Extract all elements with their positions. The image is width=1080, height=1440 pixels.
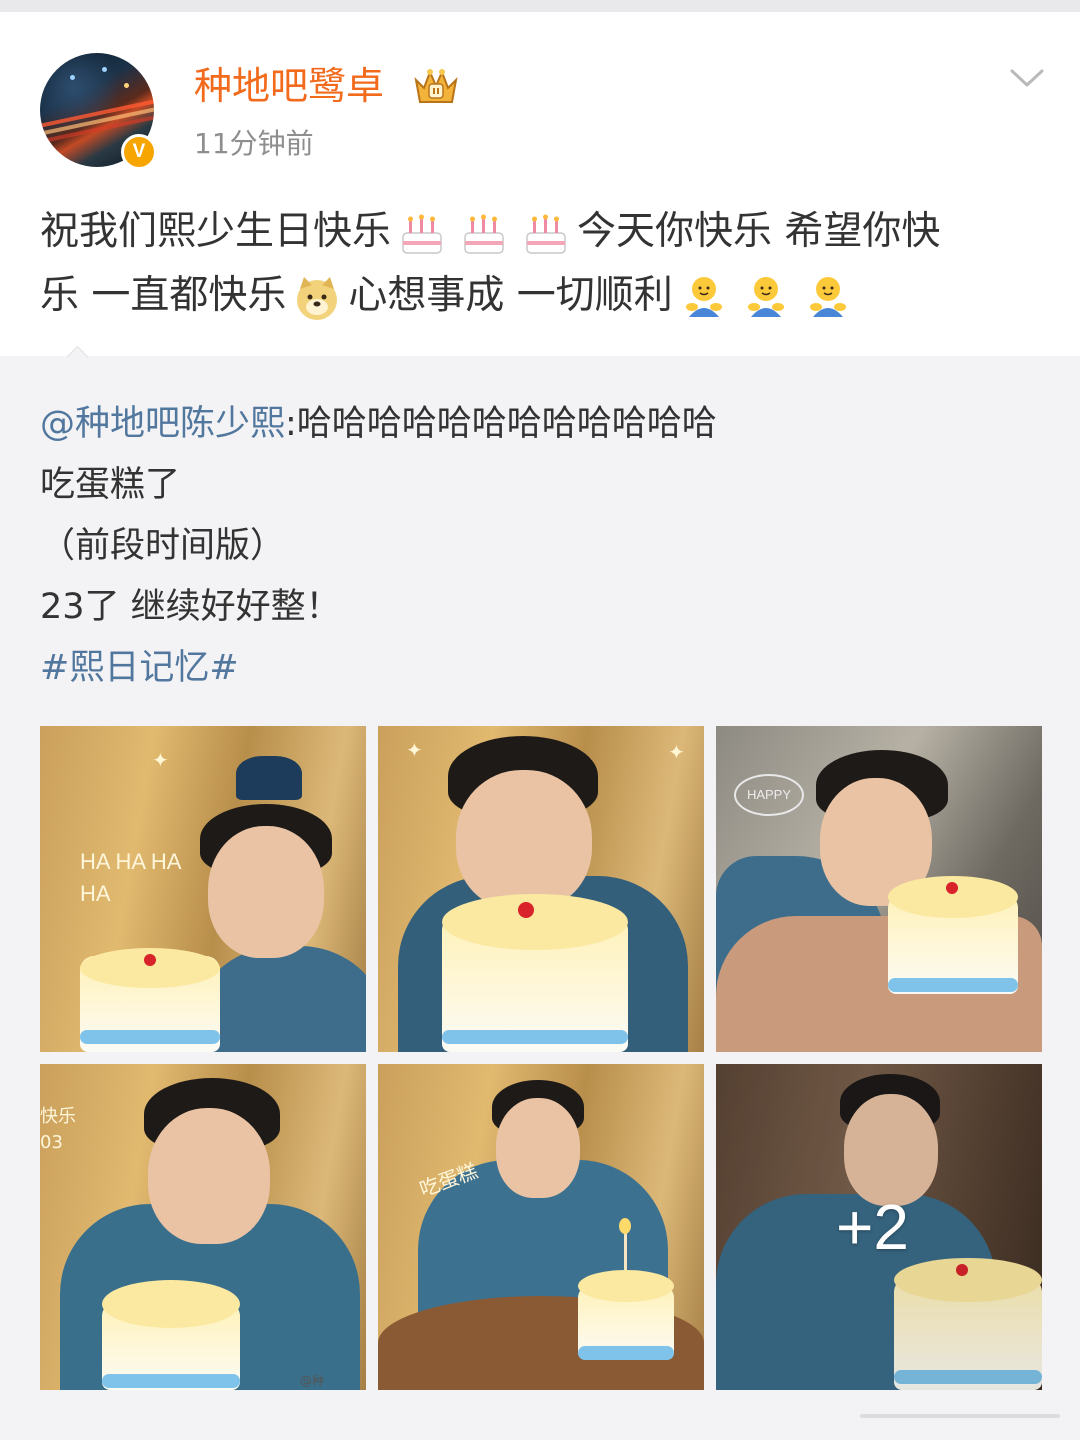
crown-icon — [414, 69, 458, 103]
photo-thumbnail[interactable]: ✦ HA HA HA HA — [40, 726, 366, 1052]
photo-cherry — [946, 882, 958, 894]
photo-doodle: ✦ — [152, 748, 169, 772]
avatar-light-dot — [102, 67, 107, 72]
repost-line: （前段时间版） — [40, 526, 286, 566]
photo-doodle: ✦ — [406, 738, 423, 762]
repost-line-text: :哈哈哈哈哈哈哈哈哈哈哈哈 — [285, 404, 717, 444]
more-photos-count[interactable]: +2 — [836, 1190, 909, 1264]
repost-text[interactable]: @种地吧陈少熙:哈哈哈哈哈哈哈哈哈哈哈哈 吃蛋糕了 （前段时间版） 23了 继续… — [40, 394, 1040, 699]
photo-thumbnail[interactable]: 快乐 03 — [40, 1064, 366, 1390]
hug-emoji — [747, 276, 784, 317]
photo-figure — [496, 1098, 580, 1198]
post-text: 祝我们熙少生日快乐 今天你快乐 希望你快 乐 一直都快乐 心想事成 一切顺利 — [40, 200, 1040, 328]
photo-cake — [442, 1030, 628, 1044]
repost-line: #熙日记忆# — [40, 638, 1040, 699]
photo-cake — [442, 894, 628, 950]
status-strip — [0, 0, 1080, 12]
photo-cake — [80, 1030, 220, 1044]
avatar-light-dot — [70, 75, 75, 80]
photo-candle — [624, 1230, 627, 1270]
cake-emoji — [464, 214, 504, 254]
repost-line: 吃蛋糕了 — [40, 465, 181, 505]
verified-badge-icon: V — [121, 134, 157, 170]
hashtag-link[interactable]: #熙日记忆# — [40, 648, 239, 688]
photo-doodle: ✦ — [668, 740, 685, 764]
photo-cake — [888, 978, 1018, 992]
cake-emoji — [402, 214, 442, 254]
photo-figure — [208, 826, 324, 958]
photo-thumbnail-more[interactable]: +2 — [716, 1064, 1042, 1390]
photo-figure — [148, 1108, 270, 1244]
post-text-segment: 今天你快乐 希望你快 — [577, 209, 941, 254]
photo-thumbnail[interactable]: HAPPY — [716, 726, 1042, 1052]
post-text-line: 乐 一直都快乐 心想事成 一切顺利 — [40, 264, 1040, 328]
photo-cake — [102, 1374, 240, 1388]
bottom-decor — [860, 1414, 1060, 1418]
repost-author-mention[interactable]: @种地吧陈少熙 — [40, 404, 285, 444]
hug-emoji — [685, 276, 722, 317]
post-text-segment: 乐 一直都快乐 — [40, 273, 287, 318]
photo-candle-flame — [619, 1218, 631, 1234]
photo-doodle: HAPPY — [734, 774, 804, 816]
doge-emoji — [297, 276, 338, 320]
cake-emoji — [526, 214, 566, 254]
post-text-segment: 祝我们熙少生日快乐 — [40, 209, 392, 254]
author-name[interactable]: 种地吧鹭卓 — [194, 62, 384, 110]
photo-cake — [578, 1270, 674, 1302]
post-text-line: 祝我们熙少生日快乐 今天你快乐 希望你快 — [40, 200, 1040, 264]
watermark: @种 — [300, 1374, 325, 1388]
photo-party-hat — [236, 756, 302, 800]
post-text-segment: 心想事成 一切顺利 — [348, 273, 673, 318]
photo-cake — [578, 1346, 674, 1360]
repost-line: @种地吧陈少熙:哈哈哈哈哈哈哈哈哈哈哈哈 — [40, 394, 1040, 455]
photo-doodle: HA HA HA HA — [80, 849, 181, 906]
photo-figure — [456, 770, 592, 910]
avatar-light-dot — [124, 83, 129, 88]
photo-cake — [102, 1280, 240, 1328]
hug-emoji — [809, 276, 846, 317]
photo-thumbnail[interactable]: 吃蛋糕 — [378, 1064, 704, 1390]
photo-doodle: 快乐 03 — [40, 1106, 76, 1153]
photo-cherry — [518, 902, 534, 918]
photo-grid: ✦ HA HA HA HA ✦ ✦ HAPPY 快乐 03 吃蛋糕 +2 — [40, 726, 1042, 1390]
photo-thumbnail[interactable]: ✦ ✦ — [378, 726, 704, 1052]
post-timestamp: 11分钟前 — [194, 127, 314, 160]
repost-line: 23了 继续好好整！ — [40, 587, 341, 627]
chevron-down-icon[interactable] — [1008, 66, 1046, 90]
photo-cherry — [144, 954, 156, 966]
